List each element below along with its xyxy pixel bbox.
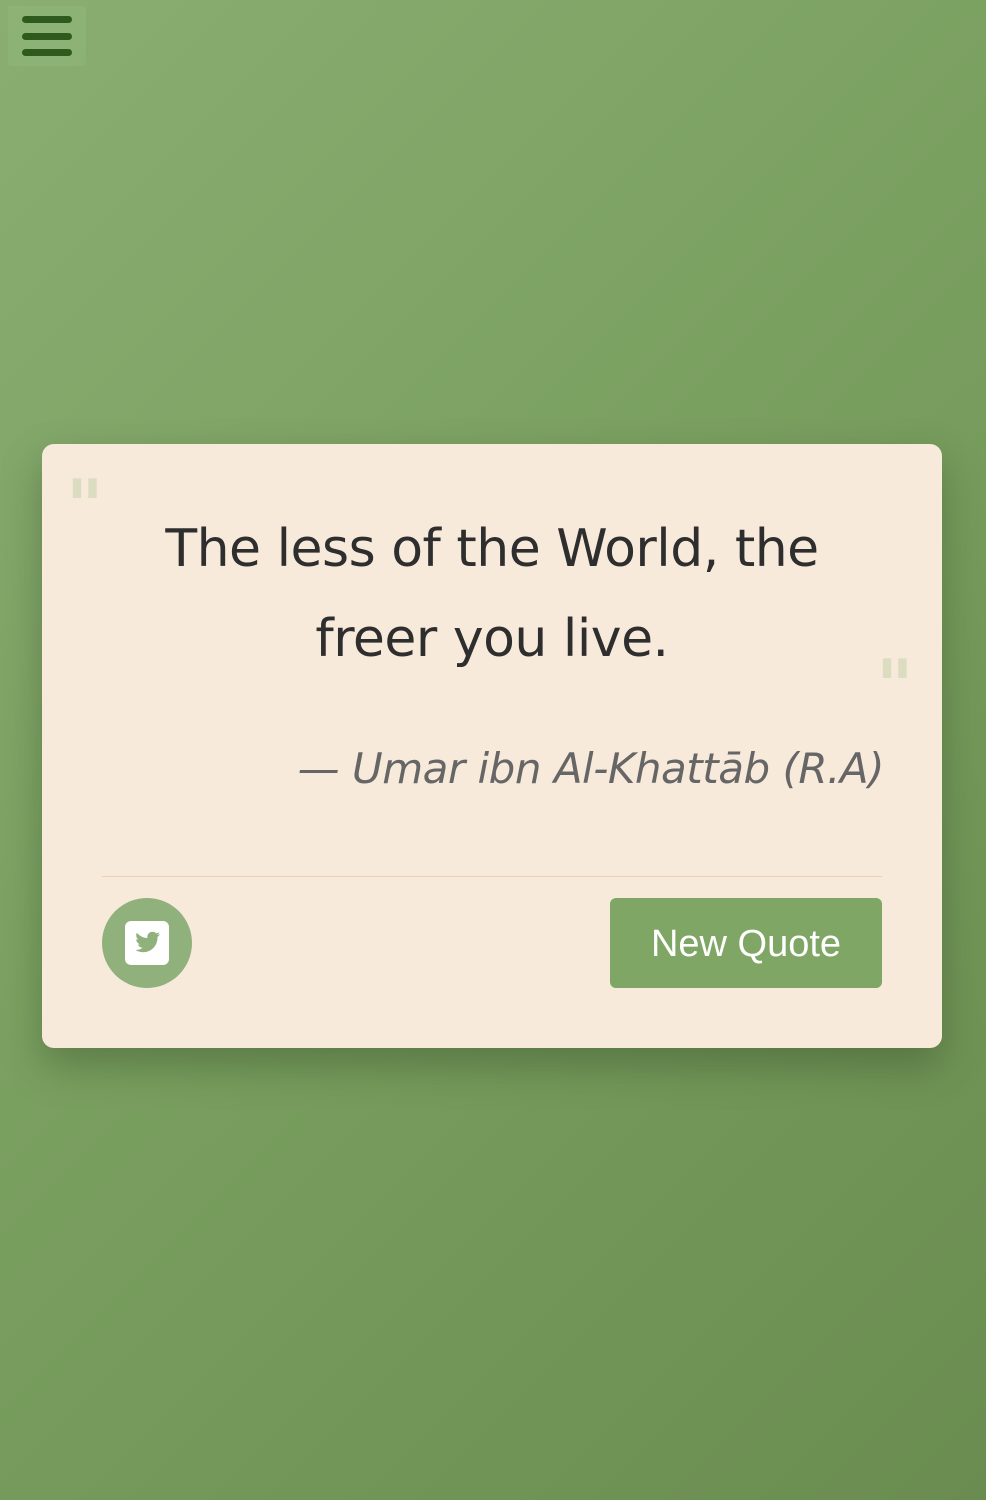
divider	[102, 876, 882, 877]
quote-card: " The less of the World, the freer you l…	[42, 444, 942, 1048]
hamburger-menu-icon-bar	[22, 49, 72, 56]
quote-text: The less of the World, the freer you liv…	[165, 519, 819, 669]
hamburger-menu-icon-bar	[22, 16, 72, 23]
twitter-icon	[125, 921, 169, 965]
hamburger-menu-icon-bar	[22, 33, 72, 40]
quote-author: — Umar ibn Al-Khattāb (R.A)	[297, 744, 885, 793]
close-quote-mark-icon: "	[876, 644, 914, 728]
tweet-quote-button[interactable]	[102, 898, 192, 988]
new-quote-button[interactable]: New Quote	[610, 898, 882, 988]
open-quote-mark-icon: "	[66, 464, 104, 548]
hamburger-menu-button[interactable]	[8, 6, 86, 66]
